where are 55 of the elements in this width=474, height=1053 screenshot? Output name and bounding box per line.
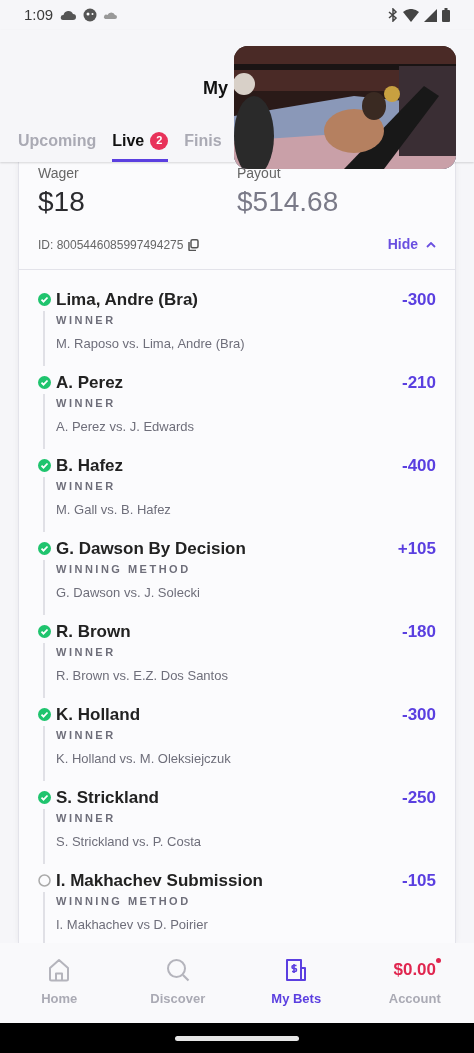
event-name: A. Perez vs. J. Edwards [56, 417, 195, 436]
selection-name: R. Brown [56, 621, 131, 643]
payout-amount: $514.68 [237, 185, 340, 219]
selection-name: I. Makhachev Submission [56, 870, 263, 892]
nav-tab[interactable]: My Bets [237, 957, 356, 1009]
wifi-icon [403, 8, 419, 22]
count-badge: 2 [150, 131, 169, 150]
odds: +105 [397, 538, 436, 560]
event-name: I. Makhachev vs D. Poirier [56, 915, 209, 934]
selection-name: B. Hafez [56, 455, 124, 477]
signal-icon [424, 8, 437, 22]
market-label: WINNER [56, 811, 117, 826]
event-name: M. Raposo vs. Lima, Andre (Bra) [56, 334, 246, 353]
nav-tab[interactable]: $0.00 Account [355, 957, 474, 1009]
nav-tab[interactable]: Discover [118, 957, 237, 1009]
market-label: WINNING METHOD [56, 894, 192, 909]
home-icon [48, 957, 71, 982]
status-time: 1:09 [24, 4, 54, 25]
odds: -300 [401, 289, 436, 311]
odds: -400 [401, 455, 436, 477]
search-icon [165, 957, 190, 982]
wager-label: Wager [38, 164, 80, 183]
event-name: M. Gall vs. B. Hafez [56, 500, 172, 519]
chevron-up-icon [426, 241, 436, 248]
market-label: WINNER [56, 396, 117, 411]
balance-amount: $0.00 [393, 959, 436, 981]
odds: -210 [401, 372, 436, 394]
payout-label: Payout [237, 164, 282, 183]
market-label: WINNER [56, 479, 117, 494]
copy-icon[interactable] [188, 238, 200, 251]
event-name: G. Dawson vs. J. Solecki [56, 583, 201, 602]
selection-name: Lima, Andre (Bra) [56, 289, 198, 311]
bet-id: ID: 8005446085997494275 [38, 236, 184, 254]
event-name: R. Brown vs. E.Z. Dos Santos [56, 666, 229, 685]
odds: -250 [401, 787, 436, 809]
market-label: WINNING METHOD [56, 562, 192, 577]
event-name: K. Holland vs. M. Oleksiejczuk [56, 749, 232, 768]
home-indicator[interactable] [175, 1035, 299, 1041]
odds: -105 [401, 870, 436, 892]
selection-name: S. Strickland [56, 787, 159, 809]
selection-name: G. Dawson By Decision [56, 538, 246, 560]
selection-name: K. Holland [56, 704, 141, 726]
wager-amount: $18 [38, 185, 86, 219]
hide-toggle[interactable]: Hide [387, 234, 436, 255]
ticket-icon [285, 957, 308, 982]
selection-name: A. Perez [56, 372, 124, 394]
market-label: WINNER [56, 645, 117, 660]
market-label: WINNER [56, 728, 117, 743]
page-title: My [203, 77, 228, 100]
odds: -300 [401, 704, 436, 726]
event-name: S. Strickland vs. P. Costa [56, 832, 202, 851]
bluetooth-icon [388, 8, 398, 22]
battery-icon [442, 8, 450, 22]
market-label: WINNER [56, 313, 117, 328]
odds: -180 [401, 621, 436, 643]
